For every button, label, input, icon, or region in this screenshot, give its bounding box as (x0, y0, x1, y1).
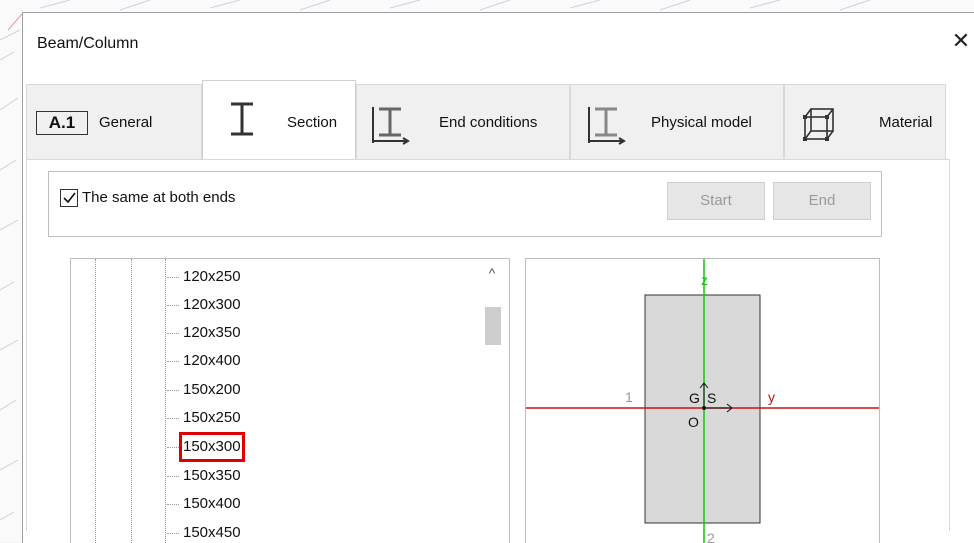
end-conditions-icon (372, 107, 410, 145)
y-axis-label: y (768, 389, 775, 405)
s-label: S (707, 390, 716, 406)
tab-physical-model-label: Physical model (651, 114, 752, 131)
end-button[interactable]: End (773, 182, 871, 220)
tree-guide (131, 259, 132, 543)
material-icon (803, 108, 834, 141)
tree-guide (95, 259, 96, 543)
start-button[interactable]: Start (667, 182, 765, 220)
tab-strip: A.1 General Section End conditions Physi… (26, 80, 946, 160)
tree-guide (165, 259, 166, 543)
tree-scrollbar[interactable]: ^ (475, 259, 509, 543)
tab-material-label: Material (879, 114, 933, 131)
section-preview: z y G S O 1 2 (525, 258, 880, 543)
physical-model-icon (588, 107, 626, 145)
i-section-icon (231, 102, 253, 136)
chevron-up-icon[interactable]: ^ (475, 265, 509, 281)
tab-end-conditions-label: End conditions (439, 114, 538, 131)
scroll-thumb[interactable] (485, 307, 501, 345)
same-both-ends-label: The same at both ends (82, 189, 236, 206)
check-icon (63, 192, 76, 204)
tab-material[interactable]: Material (784, 84, 946, 160)
tab-section-label: Section (287, 114, 338, 131)
close-icon[interactable]: ✕ (949, 29, 973, 53)
same-both-ends-checkbox[interactable] (60, 189, 78, 207)
origin-point (702, 406, 706, 410)
z-axis-label: z (701, 272, 708, 288)
section-tree[interactable]: 120x250 120x300 120x350 120x400 150x200 … (70, 258, 510, 543)
g-label: G (689, 390, 700, 406)
tab-physical-model[interactable]: Physical model (570, 84, 784, 160)
dialog-title: Beam/Column (37, 35, 139, 52)
edge-label-1: 1 (625, 389, 633, 405)
tab-general-label: General (99, 114, 153, 131)
tab-general[interactable]: A.1 General (26, 84, 202, 160)
general-icon: A.1 (36, 111, 88, 135)
tab-end-conditions[interactable]: End conditions (356, 84, 570, 160)
o-label: O (688, 414, 699, 430)
tab-section[interactable]: Section (202, 80, 356, 160)
edge-label-2: 2 (707, 530, 715, 543)
section-drawing: z y G S O 1 2 (526, 259, 879, 543)
